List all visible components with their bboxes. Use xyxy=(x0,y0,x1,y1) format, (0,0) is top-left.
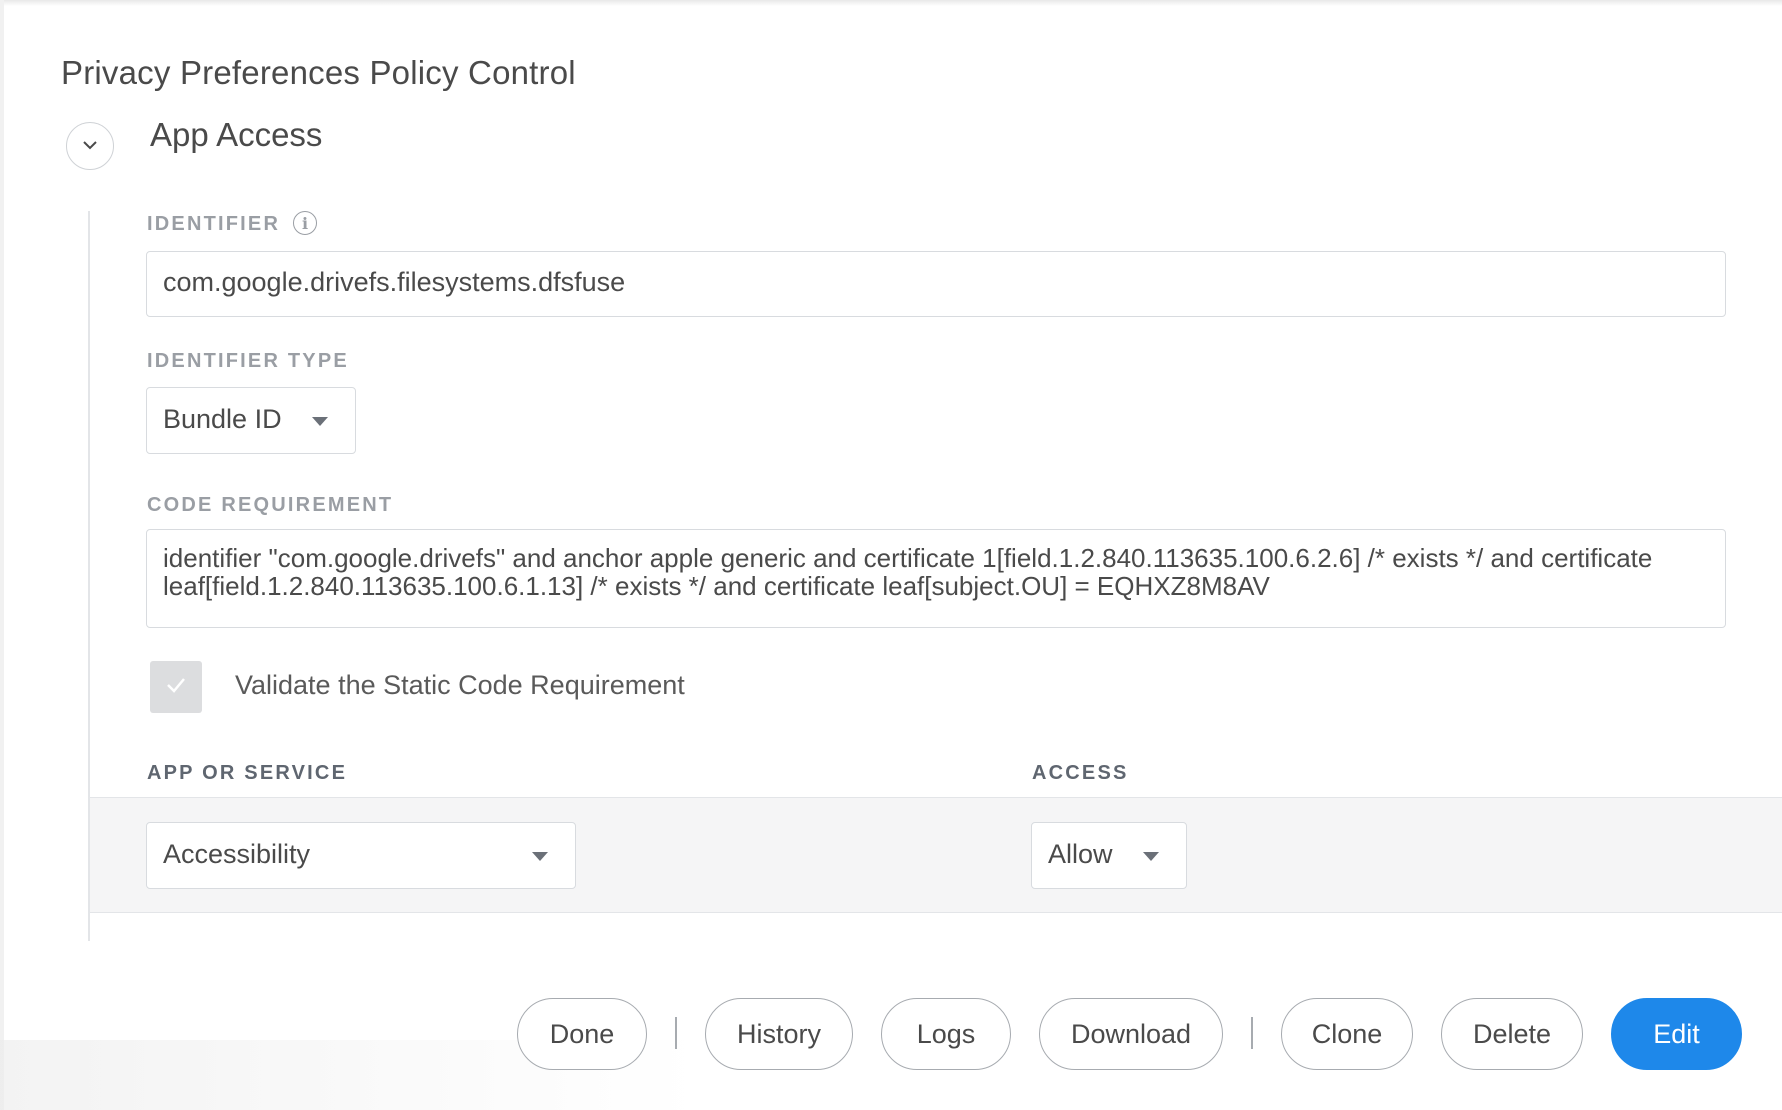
access-value: Allow xyxy=(1048,839,1113,869)
caret-down-icon xyxy=(1143,852,1159,861)
top-shadow xyxy=(0,0,1782,6)
identifier-type-select[interactable]: Bundle ID xyxy=(146,387,356,454)
identifier-label: IDENTIFIER xyxy=(147,213,281,235)
code-requirement-label: CODE REQUIREMENT xyxy=(147,494,394,516)
done-button[interactable]: Done xyxy=(517,998,647,1070)
section-title: App Access xyxy=(150,116,323,153)
code-requirement-textarea[interactable]: identifier "com.google.drivefs" and anch… xyxy=(146,529,1726,628)
history-button[interactable]: History xyxy=(705,998,853,1070)
logs-button[interactable]: Logs xyxy=(881,998,1011,1070)
checkmark-icon xyxy=(165,676,187,699)
identifier-type-label: IDENTIFIER TYPE xyxy=(147,350,349,372)
edit-button[interactable]: Edit xyxy=(1611,998,1742,1070)
button-divider xyxy=(1251,1017,1253,1049)
clone-button[interactable]: Clone xyxy=(1281,998,1413,1070)
delete-button[interactable]: Delete xyxy=(1441,998,1583,1070)
info-icon[interactable]: i xyxy=(293,211,317,235)
chevron-down-icon xyxy=(82,137,98,155)
download-button[interactable]: Download xyxy=(1039,998,1223,1070)
app-or-service-header: APP OR SERVICE xyxy=(147,762,348,784)
identifier-input[interactable]: com.google.drivefs.filesystems.dfsfuse xyxy=(146,251,1726,317)
section-collapse-button[interactable] xyxy=(66,122,114,170)
panel-left-edge xyxy=(0,0,4,1110)
button-divider xyxy=(675,1017,677,1049)
identifier-type-value: Bundle ID xyxy=(163,404,282,434)
caret-down-icon xyxy=(532,852,548,861)
page-title: Privacy Preferences Policy Control xyxy=(61,54,576,91)
validate-checkbox[interactable] xyxy=(150,661,202,713)
caret-down-icon xyxy=(312,417,328,426)
app-or-service-select[interactable]: Accessibility xyxy=(146,822,576,889)
validate-checkbox-label: Validate the Static Code Requirement xyxy=(235,670,685,700)
access-select[interactable]: Allow xyxy=(1031,822,1187,889)
access-header: ACCESS xyxy=(1032,762,1129,784)
app-or-service-value: Accessibility xyxy=(163,839,311,869)
